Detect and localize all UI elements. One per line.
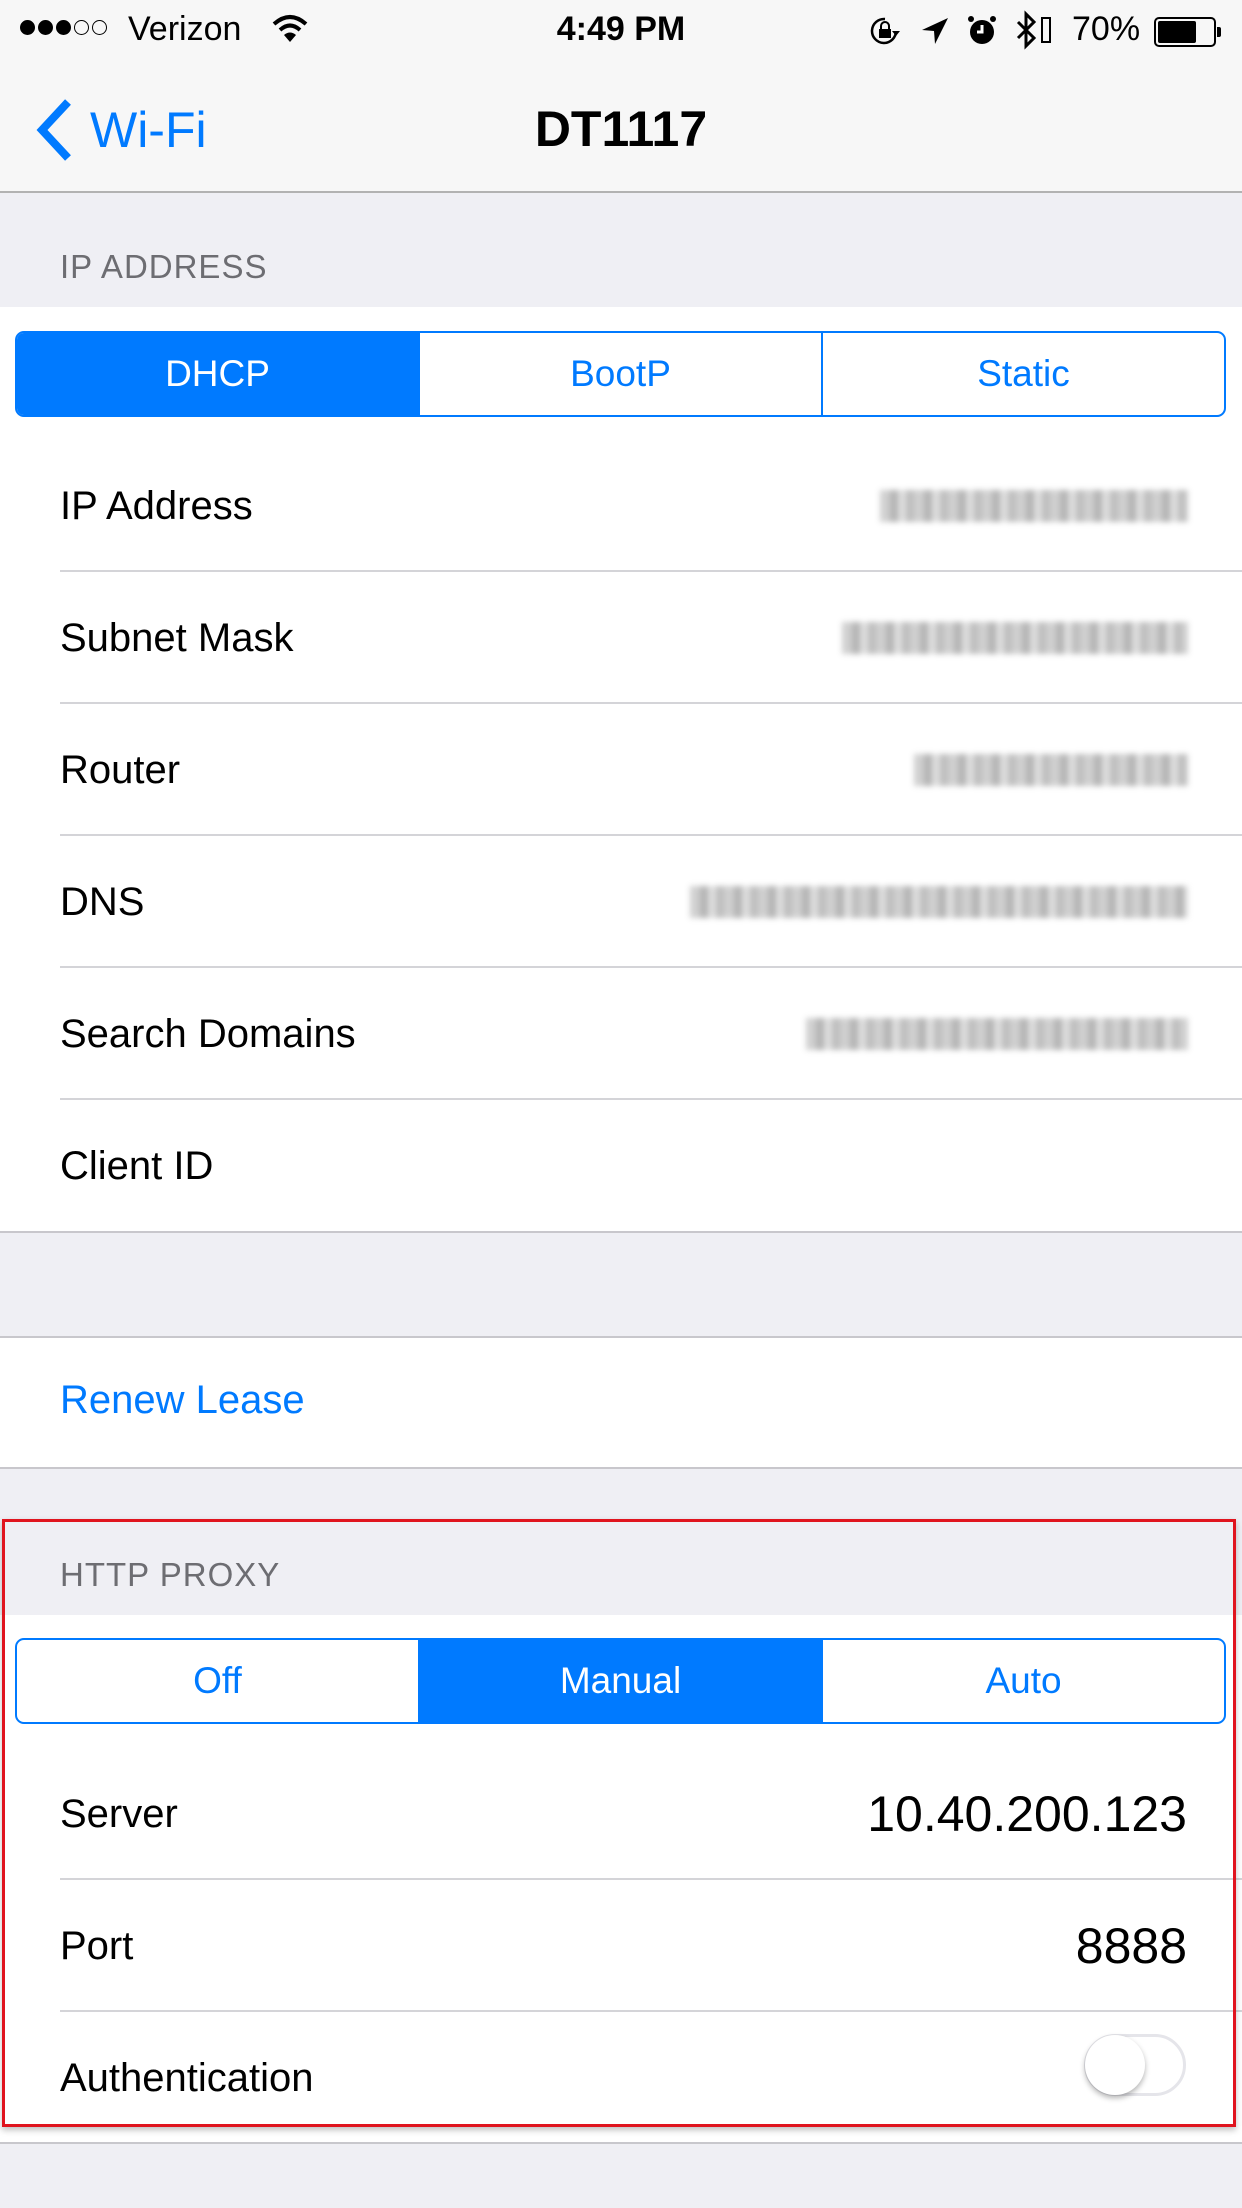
row-search-domains: Search Domains (0, 968, 1242, 1100)
blurred-value (880, 490, 1188, 522)
segment-static[interactable]: Static (823, 333, 1224, 415)
row-label: Router (60, 748, 181, 792)
renew-lease-button[interactable]: Renew Lease (60, 1378, 305, 1423)
blurred-value (690, 886, 1188, 918)
alarm-icon (968, 16, 996, 44)
row-label: IP Address (60, 484, 253, 528)
row-label: DNS (60, 880, 145, 924)
row-subnet-mask: Subnet Mask (0, 572, 1242, 704)
divider (0, 1467, 1242, 1469)
bluetooth-icon (1016, 10, 1051, 50)
status-bar: Verizon 4:49 PM 70% (0, 0, 1242, 60)
highlight-box (2, 1519, 1236, 2127)
row-label: Search Domains (60, 1012, 356, 1056)
row-ip-address: IP Address (0, 440, 1242, 572)
ip-mode-segmented-control[interactable]: DHCP BootP Static (15, 331, 1226, 417)
section-header-ip-address: IP ADDRESS (60, 248, 268, 285)
segment-dhcp[interactable]: DHCP (17, 333, 420, 415)
clock: 4:49 PM (556, 10, 686, 48)
page-title: DT1117 (534, 101, 708, 157)
divider (0, 2142, 1242, 2144)
row-dns: DNS (0, 836, 1242, 968)
row-label: Subnet Mask (60, 616, 294, 660)
segment-bootp[interactable]: BootP (420, 333, 823, 415)
battery-tip (1217, 27, 1221, 37)
divider (0, 1231, 1242, 1233)
row-label: Client ID (60, 1144, 214, 1188)
blurred-value (842, 622, 1188, 654)
battery-icon (1154, 17, 1221, 47)
blurred-value (914, 754, 1188, 786)
row-router: Router (0, 704, 1242, 836)
battery-percent: 70% (1072, 10, 1141, 48)
renew-lease-cell[interactable]: Renew Lease (0, 1338, 1242, 1467)
blurred-value (806, 1018, 1188, 1050)
location-arrow-icon (922, 18, 948, 44)
navigation-bar: Wi-Fi DT1117 (0, 60, 1242, 193)
battery-level (1158, 21, 1196, 43)
row-client-id[interactable]: Client ID (0, 1100, 1242, 1232)
rotation-lock-icon (870, 17, 900, 45)
